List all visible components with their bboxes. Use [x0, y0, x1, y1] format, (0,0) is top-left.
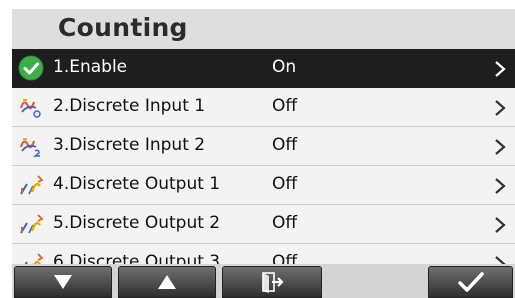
menu-item-label: 2.Discrete Input 1	[53, 96, 206, 116]
menu-item-value: Off	[272, 96, 298, 116]
menu-item-label: 1.Enable	[53, 57, 128, 77]
menu-item-label: 5.Discrete Output 2	[53, 213, 221, 233]
exit-button[interactable]	[222, 266, 322, 298]
menu-item-discrete-output-2[interactable]: 5.Discrete Output 2 Off	[12, 205, 515, 244]
green-check-icon	[18, 55, 44, 81]
menu-item-value: Off	[272, 174, 298, 194]
menu-item-discrete-output-1[interactable]: 4.Discrete Output 1 Off	[12, 166, 515, 205]
up-arrow-icon	[158, 275, 176, 289]
discrete-input-icon	[19, 138, 40, 157]
exit-icon	[262, 272, 284, 293]
chevron-right-icon	[495, 217, 506, 233]
down-button[interactable]	[14, 266, 112, 298]
title-bar: Counting	[12, 9, 515, 49]
discrete-output-icon	[20, 214, 44, 234]
up-button[interactable]	[118, 266, 216, 298]
page-title: Counting	[58, 13, 188, 42]
chevron-right-icon	[495, 139, 506, 155]
menu-item-label: 3.Discrete Input 2	[53, 135, 206, 155]
chevron-right-icon	[495, 61, 506, 77]
settings-menu: 1.Enable On 2.Discrete Input 1 Off 3.Dis…	[12, 49, 515, 283]
menu-item-value: On	[272, 57, 297, 77]
menu-item-discrete-input-1[interactable]: 2.Discrete Input 1 Off	[12, 88, 515, 127]
softkey-bar	[12, 264, 515, 298]
discrete-output-icon	[20, 175, 44, 195]
menu-item-value: Off	[272, 135, 298, 155]
chevron-right-icon	[495, 178, 506, 194]
menu-item-value: Off	[272, 213, 298, 233]
chevron-right-icon	[495, 100, 506, 116]
menu-item-enable[interactable]: 1.Enable On	[12, 49, 515, 88]
menu-item-label: 4.Discrete Output 1	[53, 174, 221, 194]
down-arrow-icon	[54, 275, 72, 289]
confirm-button[interactable]	[428, 266, 513, 298]
discrete-input-icon	[19, 99, 41, 118]
menu-item-discrete-input-2[interactable]: 3.Discrete Input 2 Off	[12, 127, 515, 166]
checkmark-icon	[457, 272, 484, 292]
